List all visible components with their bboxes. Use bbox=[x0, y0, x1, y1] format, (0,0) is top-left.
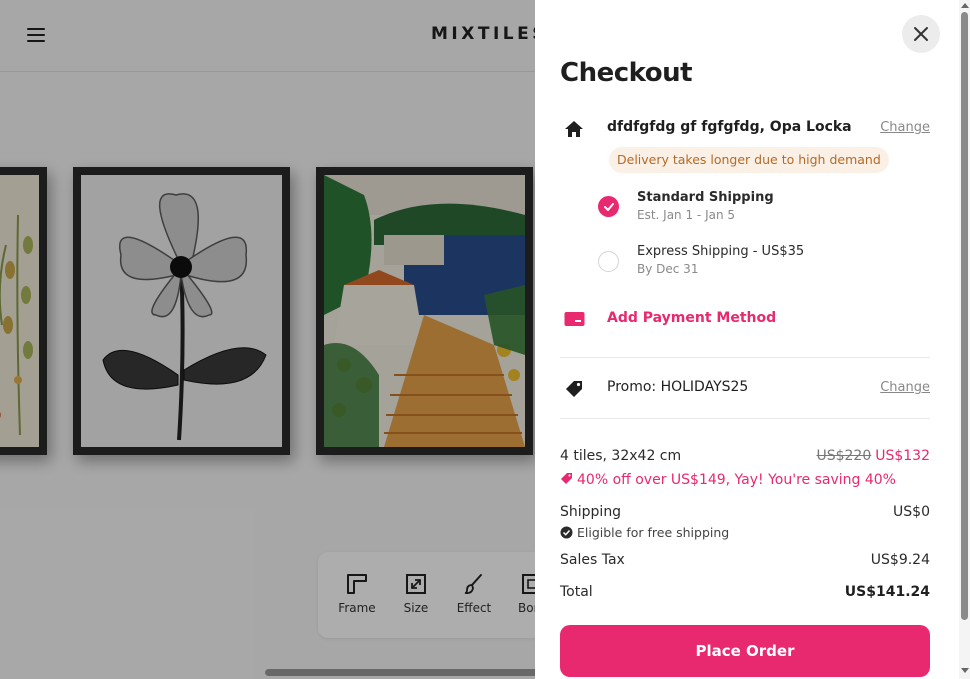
divider bbox=[560, 418, 930, 419]
discounted-price: US$132 bbox=[875, 448, 930, 464]
items-price: US$220 US$132 bbox=[816, 448, 930, 464]
express-shipping-label[interactable]: Express Shipping - US$35 bbox=[637, 244, 804, 259]
original-price: US$220 bbox=[816, 448, 872, 464]
check-icon bbox=[603, 202, 614, 211]
close-button[interactable] bbox=[902, 15, 940, 53]
total-value: US$141.24 bbox=[844, 584, 930, 600]
delivery-notice: Delivery takes longer due to high demand bbox=[609, 147, 889, 173]
express-shipping-estimate: By Dec 31 bbox=[637, 262, 699, 276]
checkout-panel: Checkout dfdfgfdg gf fgfgfdg, Opa Locka … bbox=[535, 0, 970, 679]
scroll-up-arrow[interactable] bbox=[961, 3, 969, 8]
tag-icon bbox=[566, 381, 582, 397]
express-shipping-radio[interactable] bbox=[598, 251, 619, 272]
standard-shipping-label[interactable]: Standard Shipping bbox=[637, 190, 774, 205]
change-promo-link[interactable]: Change bbox=[880, 380, 930, 395]
standard-shipping-radio[interactable] bbox=[598, 196, 619, 217]
vertical-scrollbar-thumb[interactable] bbox=[961, 12, 968, 620]
page-title: Checkout bbox=[560, 58, 693, 88]
sale-tag-icon bbox=[561, 473, 572, 484]
items-summary-label: 4 tiles, 32x42 cm bbox=[560, 448, 682, 464]
close-icon bbox=[914, 27, 928, 41]
change-address-link[interactable]: Change bbox=[880, 120, 930, 135]
promo-code: Promo: HOLIDAYS25 bbox=[607, 379, 749, 395]
check-circle-icon bbox=[560, 526, 573, 539]
shipping-cost-value: US$0 bbox=[893, 504, 930, 520]
credit-card-icon bbox=[564, 312, 585, 326]
discount-message: 40% off over US$149, Yay! You're saving … bbox=[560, 472, 896, 488]
home-icon bbox=[565, 121, 583, 137]
divider bbox=[560, 357, 930, 358]
shipping-cost-label: Shipping bbox=[560, 504, 622, 520]
free-shipping-note: Eligible for free shipping bbox=[560, 525, 729, 540]
standard-shipping-estimate: Est. Jan 1 - Jan 5 bbox=[637, 208, 736, 222]
add-payment-method-link[interactable]: Add Payment Method bbox=[607, 310, 776, 326]
sales-tax-label: Sales Tax bbox=[560, 552, 625, 568]
sales-tax-value: US$9.24 bbox=[870, 552, 930, 568]
place-order-button[interactable]: Place Order bbox=[560, 625, 930, 677]
free-shipping-text: Eligible for free shipping bbox=[577, 525, 730, 540]
shipping-address: dfdfgfdg gf fgfgfdg, Opa Locka bbox=[607, 119, 852, 135]
discount-text: 40% off over US$149, Yay! You're saving … bbox=[577, 472, 896, 488]
scroll-down-arrow[interactable] bbox=[961, 668, 969, 673]
total-label: Total bbox=[560, 584, 593, 600]
